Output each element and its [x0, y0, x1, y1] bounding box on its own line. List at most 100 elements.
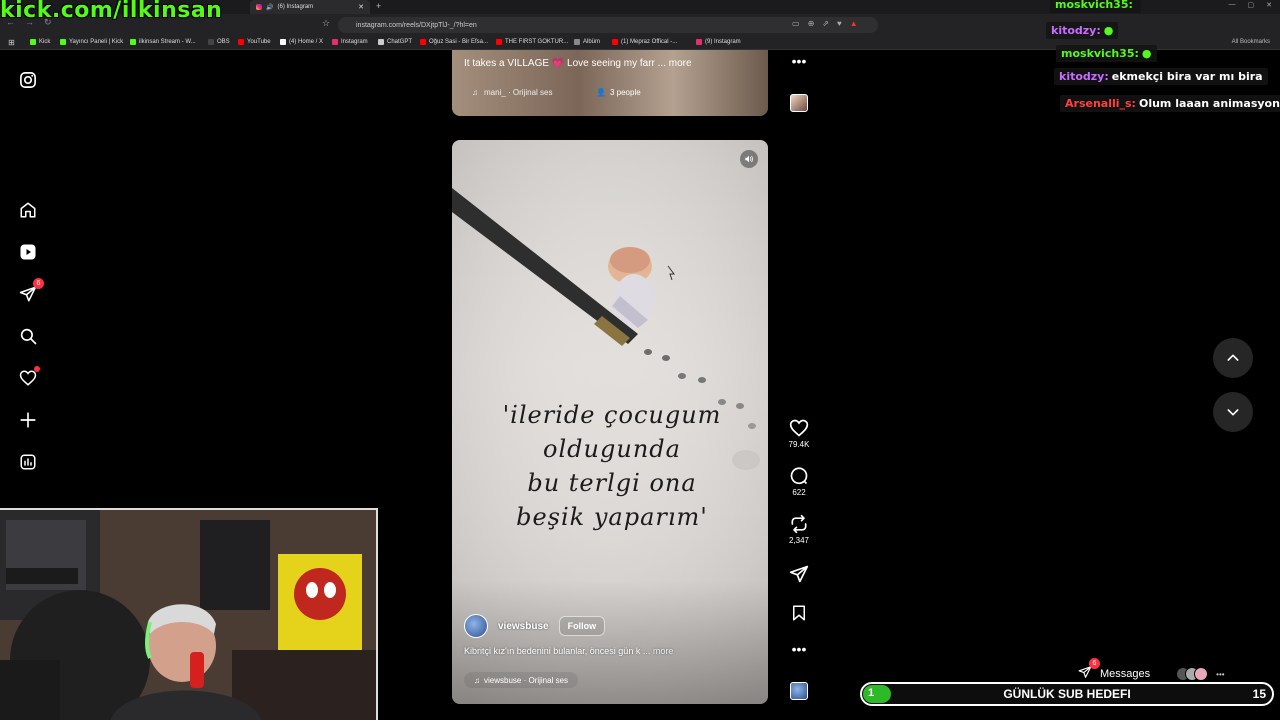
- extension-icon[interactable]: ▲: [850, 19, 858, 28]
- current-reel[interactable]: 'ileride çocugum oldugunda bu terlgi ona…: [452, 140, 768, 704]
- audio-thumbnail: [790, 94, 808, 112]
- chevron-down-icon: [1227, 409, 1239, 416]
- emote-icon: ●: [1103, 24, 1114, 37]
- notifications-heart-icon[interactable]: [18, 366, 40, 388]
- bookmark-favicon-icon: [30, 39, 36, 45]
- bookmark-item[interactable]: (1) Mepraz Offical -...: [612, 39, 677, 45]
- bookmark-favicon-icon: [696, 39, 702, 45]
- follow-button[interactable]: Follow: [558, 616, 606, 636]
- previous-reel-caption: It takes a VILLAGE 💗 Love seeing my farr…: [464, 58, 692, 69]
- reel-audio-label: viewsbuse · Orijinal ses: [484, 675, 569, 685]
- dashboard-icon[interactable]: [18, 452, 38, 472]
- bookmark-item[interactable]: Kick: [30, 39, 50, 45]
- previous-reel-audio[interactable]: ♫ mani_ · Orijinal ses: [472, 88, 552, 97]
- comment-count: 622: [792, 488, 806, 497]
- bookmark-item[interactable]: Oğuz Sasi - Bir Efsa...: [420, 39, 488, 45]
- more-options-button[interactable]: •••: [784, 642, 814, 656]
- bookmark-label: Oğuz Sasi - Bir Efsa...: [429, 39, 489, 45]
- bookmark-item[interactable]: YouTube: [238, 39, 271, 45]
- like-button[interactable]: 79.4K: [784, 418, 814, 449]
- reels-icon[interactable]: [18, 242, 38, 262]
- home-icon[interactable]: [18, 200, 38, 220]
- bookmark-item[interactable]: Yayıncı Paneli | Kick: [60, 39, 123, 45]
- bookmark-label: Yayıncı Paneli | Kick: [69, 39, 124, 45]
- more-options-icon[interactable]: •••: [1216, 670, 1224, 679]
- bookmark-item[interactable]: OBS: [208, 39, 230, 45]
- bookmark-favicon-icon: [208, 39, 214, 45]
- new-tab-button[interactable]: +: [376, 1, 381, 11]
- reel-caption-text: Kibritçi kız'ın bedenini bulanlar, önces…: [464, 646, 651, 656]
- send-icon: [789, 565, 809, 583]
- close-tab-icon[interactable]: ✕: [358, 3, 364, 11]
- heart-ext-icon[interactable]: ♥: [837, 19, 842, 28]
- screen: 🔊 (6) Instagram ✕ + — ▢ ✕ ← → ↻ ☆ instag…: [0, 0, 1280, 720]
- mute-toggle-button[interactable]: [740, 150, 758, 168]
- bookmark-item[interactable]: ilkinsan Stream - W...: [130, 39, 196, 45]
- bookmark-item[interactable]: (9) Instagram: [696, 39, 741, 45]
- chat-message: Arsenalli_s:Olum laaan animasyon çok güz: [1060, 95, 1280, 112]
- bookmark-item[interactable]: (4) Home / X: [280, 39, 323, 45]
- prev-reel-audio-thumb[interactable]: [784, 94, 814, 112]
- author-avatar[interactable]: [464, 614, 488, 638]
- bookmark-label: THE FIRST GOKTUR...: [505, 39, 569, 45]
- chat-text: Olum laaan animasyon çok güz: [1138, 97, 1280, 110]
- reel-audio-thumb[interactable]: [784, 682, 814, 700]
- comment-icon: [790, 467, 808, 485]
- direct-messages-icon[interactable]: 6: [18, 278, 44, 304]
- audio-thumbnail: [790, 682, 808, 700]
- bookmark-label: Albüm: [583, 39, 601, 45]
- caption-more-link[interactable]: more: [653, 646, 674, 656]
- create-plus-icon[interactable]: [18, 410, 38, 430]
- chevron-up-icon: [1227, 354, 1239, 361]
- webcam-feed: [0, 510, 376, 720]
- messages-badge: 6: [1089, 657, 1100, 669]
- quote-line: 'ileride çocugum: [502, 401, 722, 429]
- like-count: 79.4K: [788, 440, 810, 449]
- more-options-icon: •••: [791, 53, 807, 69]
- bookmark-label: Kick: [39, 39, 51, 45]
- url-text: instagram.com/reels/DXjtpTlJ-_/?hl=en: [356, 21, 477, 29]
- quote-line: bu terlgi ona: [527, 469, 697, 497]
- apps-icon[interactable]: ⊞: [8, 38, 15, 47]
- comment-button[interactable]: 622: [784, 466, 814, 497]
- bookmark-page-icon[interactable]: ☆: [322, 18, 330, 29]
- bookmark-favicon-icon: [60, 39, 66, 45]
- reel-audio[interactable]: ♫ viewsbuse · Orijinal ses: [464, 672, 579, 688]
- previous-reel[interactable]: It takes a VILLAGE 💗 Love seeing my farr…: [452, 50, 768, 116]
- share-button[interactable]: [784, 564, 814, 584]
- bookmark-item[interactable]: Instagram: [332, 39, 368, 45]
- prev-reel-more-button[interactable]: •••: [784, 53, 814, 69]
- bookmark-favicon-icon: [332, 39, 338, 45]
- chat-message: moskvich35: ●: [1056, 45, 1157, 62]
- next-reel-button[interactable]: [1213, 392, 1253, 432]
- search-icon[interactable]: [18, 326, 38, 346]
- tagged-people[interactable]: 👤 3 people: [596, 88, 641, 97]
- reel-actions: ••• 79.4K 622 2,347 •••: [784, 0, 814, 720]
- bookmark-item[interactable]: ChatGPT: [378, 39, 412, 45]
- save-button[interactable]: [784, 604, 814, 622]
- bookmark-label: (4) Home / X: [289, 39, 324, 45]
- sub-goal-title: GÜNLÜK SUB HEDEFI: [1003, 687, 1131, 701]
- quote-line: oldugunda: [543, 435, 681, 463]
- repost-icon: [791, 514, 807, 534]
- previous-reel-button[interactable]: [1213, 338, 1253, 378]
- bookmark-item[interactable]: Albüm: [574, 39, 600, 45]
- messages-label: Messages: [1100, 668, 1151, 680]
- speaker-icon: [745, 155, 753, 163]
- instagram-favicon-icon: [256, 4, 262, 10]
- streamer-webcam: [0, 508, 378, 720]
- tagged-people-label: 3 people: [609, 88, 641, 97]
- chat-text: ekmekçi bira var mı bira: [1111, 70, 1263, 83]
- bookmark-label: (9) Instagram: [705, 39, 741, 45]
- chat-message: moskvich35:: [1050, 0, 1141, 13]
- author-username[interactable]: viewsbuse: [498, 621, 549, 632]
- instagram-logo-icon[interactable]: [18, 70, 38, 90]
- chat-username: kitodzy:: [1051, 24, 1101, 37]
- bookmark-label: ChatGPT: [387, 39, 413, 45]
- tab-instagram[interactable]: 🔊 (6) Instagram ✕: [250, 0, 370, 14]
- bookmark-label: OBS: [217, 39, 230, 45]
- bookmark-item[interactable]: THE FIRST GOKTUR...: [496, 39, 568, 45]
- repost-button[interactable]: 2,347: [784, 514, 814, 545]
- music-note-icon: ♫: [472, 88, 478, 97]
- share-icon[interactable]: ⇗: [822, 19, 829, 28]
